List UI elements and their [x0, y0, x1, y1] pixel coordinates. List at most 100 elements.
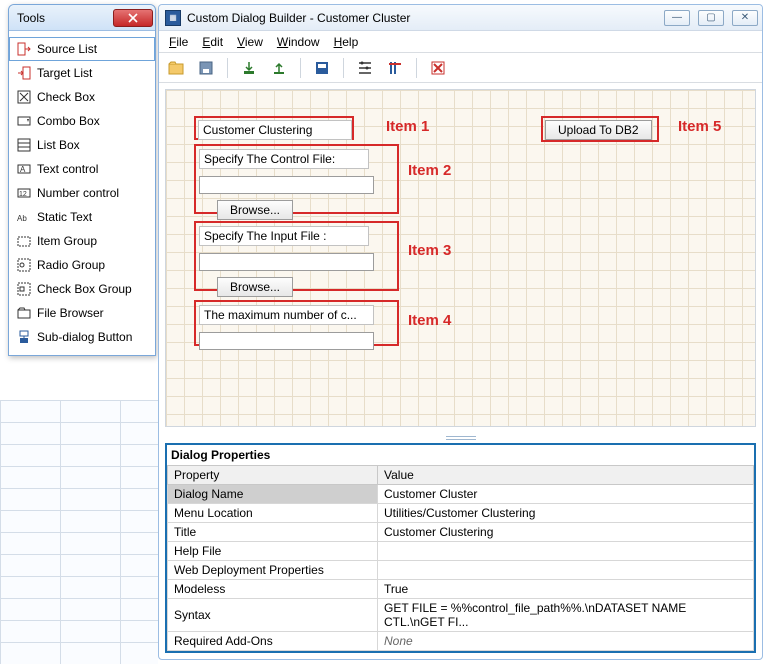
design-input-file-box[interactable]: Specify The Input File : Browse...	[194, 221, 399, 291]
close-icon: ✕	[741, 12, 749, 23]
tool-subdialog-button[interactable]: Sub-dialog Button	[9, 325, 155, 349]
svg-text:A: A	[20, 165, 26, 174]
tool-target-list[interactable]: Target List	[9, 61, 155, 85]
tool-source-list[interactable]: Source List	[9, 37, 155, 61]
prop-value[interactable]: True	[378, 580, 754, 599]
tools-close-button[interactable]	[113, 9, 153, 27]
tool-file-browser[interactable]: File Browser	[9, 301, 155, 325]
prop-name: Help File	[168, 542, 378, 561]
menu-view[interactable]: View	[237, 35, 263, 49]
prop-value[interactable]: Customer Cluster	[378, 485, 754, 504]
tool-label: Check Box	[37, 90, 95, 104]
design-canvas[interactable]: Customer Clustering Item 1 Specify The C…	[165, 89, 756, 427]
tool-static-text[interactable]: Ab Static Text	[9, 205, 155, 229]
title-static-text: Customer Clustering	[198, 120, 352, 140]
tool-label: Radio Group	[37, 258, 105, 272]
header-value[interactable]: Value	[378, 466, 754, 485]
tool-item-group[interactable]: Item Group	[9, 229, 155, 253]
annotation-item3: Item 3	[408, 242, 451, 259]
prop-row[interactable]: SyntaxGET FILE = %%control_file_path%%.\…	[168, 599, 754, 632]
file-browser-icon	[17, 306, 31, 320]
tool-checkbox[interactable]: Check Box	[9, 85, 155, 109]
properties-title: Dialog Properties	[167, 445, 754, 465]
maximize-button[interactable]: ▢	[698, 10, 724, 26]
prop-row[interactable]: Required Add-OnsNone	[168, 632, 754, 651]
checkbox-icon	[17, 90, 31, 104]
menu-edit[interactable]: Edit	[202, 35, 223, 49]
toolbar-sep	[343, 58, 344, 78]
tool-combobox[interactable]: Combo Box	[9, 109, 155, 133]
uninstall-icon	[271, 60, 287, 76]
main-titlebar[interactable]: ▦ Custom Dialog Builder - Customer Clust…	[159, 5, 762, 31]
prop-value[interactable]: Customer Clustering	[378, 523, 754, 542]
max-number-input[interactable]	[199, 332, 374, 350]
toolbar-preview-button[interactable]	[311, 57, 333, 79]
minimize-button[interactable]: —	[664, 10, 690, 26]
design-control-file-box[interactable]: Specify The Control File: Browse...	[194, 144, 399, 214]
splitter[interactable]	[159, 433, 762, 443]
prop-value[interactable]	[378, 561, 754, 580]
prop-name: Web Deployment Properties	[168, 561, 378, 580]
tool-label: Item Group	[37, 234, 97, 248]
tools-titlebar[interactable]: Tools	[9, 5, 155, 31]
prop-value[interactable]	[378, 542, 754, 561]
tools-palette-window: Tools Source List Target List Check Box …	[8, 4, 156, 356]
toolbar-new-button[interactable]	[165, 57, 187, 79]
toolbar-install-button[interactable]	[238, 57, 260, 79]
control-file-input[interactable]	[199, 176, 374, 194]
properties-table: Property Value Dialog NameCustomer Clust…	[167, 465, 754, 651]
toolbar-delete-button[interactable]	[427, 57, 449, 79]
toolbar-script-button[interactable]	[384, 57, 406, 79]
tool-checkbox-group[interactable]: Check Box Group	[9, 277, 155, 301]
tool-number-control[interactable]: 12 Number control	[9, 181, 155, 205]
input-file-browse-button[interactable]: Browse...	[217, 277, 293, 297]
menu-file[interactable]: File	[169, 35, 188, 49]
toolbar-sep	[416, 58, 417, 78]
upload-button[interactable]: Upload To DB2	[545, 120, 652, 140]
prop-row[interactable]: TitleCustomer Clustering	[168, 523, 754, 542]
prop-value[interactable]: Utilities/Customer Clustering	[378, 504, 754, 523]
toolbar-uninstall-button[interactable]	[268, 57, 290, 79]
menu-window[interactable]: Window	[277, 35, 320, 49]
tool-label: Check Box Group	[37, 282, 132, 296]
tool-label: Number control	[37, 186, 119, 200]
props-icon	[357, 60, 373, 76]
prop-value[interactable]: None	[378, 632, 754, 651]
static-text-icon: Ab	[17, 210, 31, 224]
design-upload-box[interactable]: Upload To DB2	[541, 116, 659, 142]
prop-name: Menu Location	[168, 504, 378, 523]
maximize-icon: ▢	[706, 12, 715, 23]
prop-row[interactable]: Help File	[168, 542, 754, 561]
prop-value[interactable]: GET FILE = %%control_file_path%%.\nDATAS…	[378, 599, 754, 632]
design-title-box[interactable]: Customer Clustering	[194, 116, 354, 140]
grip-icon	[446, 436, 476, 440]
max-label: The maximum number of c...	[199, 305, 374, 325]
design-max-box[interactable]: The maximum number of c...	[194, 300, 399, 346]
input-file-input[interactable]	[199, 253, 374, 271]
prop-row[interactable]: Menu LocationUtilities/Customer Clusteri…	[168, 504, 754, 523]
tool-text-control[interactable]: A Text control	[9, 157, 155, 181]
tool-radio-group[interactable]: Radio Group	[9, 253, 155, 277]
prop-name: Title	[168, 523, 378, 542]
radio-group-icon	[17, 258, 31, 272]
background-spreadsheet	[0, 400, 158, 664]
tool-label: File Browser	[37, 306, 104, 320]
header-property[interactable]: Property	[168, 466, 378, 485]
prop-row[interactable]: ModelessTrue	[168, 580, 754, 599]
toolbar-props-button[interactable]	[354, 57, 376, 79]
tools-title: Tools	[17, 11, 113, 25]
tools-list: Source List Target List Check Box Combo …	[9, 31, 155, 355]
annotation-item1: Item 1	[386, 118, 429, 135]
prop-name: Modeless	[168, 580, 378, 599]
properties-panel: Dialog Properties Property Value Dialog …	[165, 443, 756, 653]
close-button[interactable]: ✕	[732, 10, 758, 26]
menu-help[interactable]: Help	[334, 35, 359, 49]
tool-listbox[interactable]: List Box	[9, 133, 155, 157]
control-file-browse-button[interactable]: Browse...	[217, 200, 293, 220]
toolbar-save-button[interactable]	[195, 57, 217, 79]
prop-row[interactable]: Web Deployment Properties	[168, 561, 754, 580]
svg-text:12: 12	[19, 191, 27, 198]
main-title: Custom Dialog Builder - Customer Cluster	[187, 11, 656, 25]
minimize-icon: —	[672, 12, 682, 23]
prop-row[interactable]: Dialog NameCustomer Cluster	[168, 485, 754, 504]
